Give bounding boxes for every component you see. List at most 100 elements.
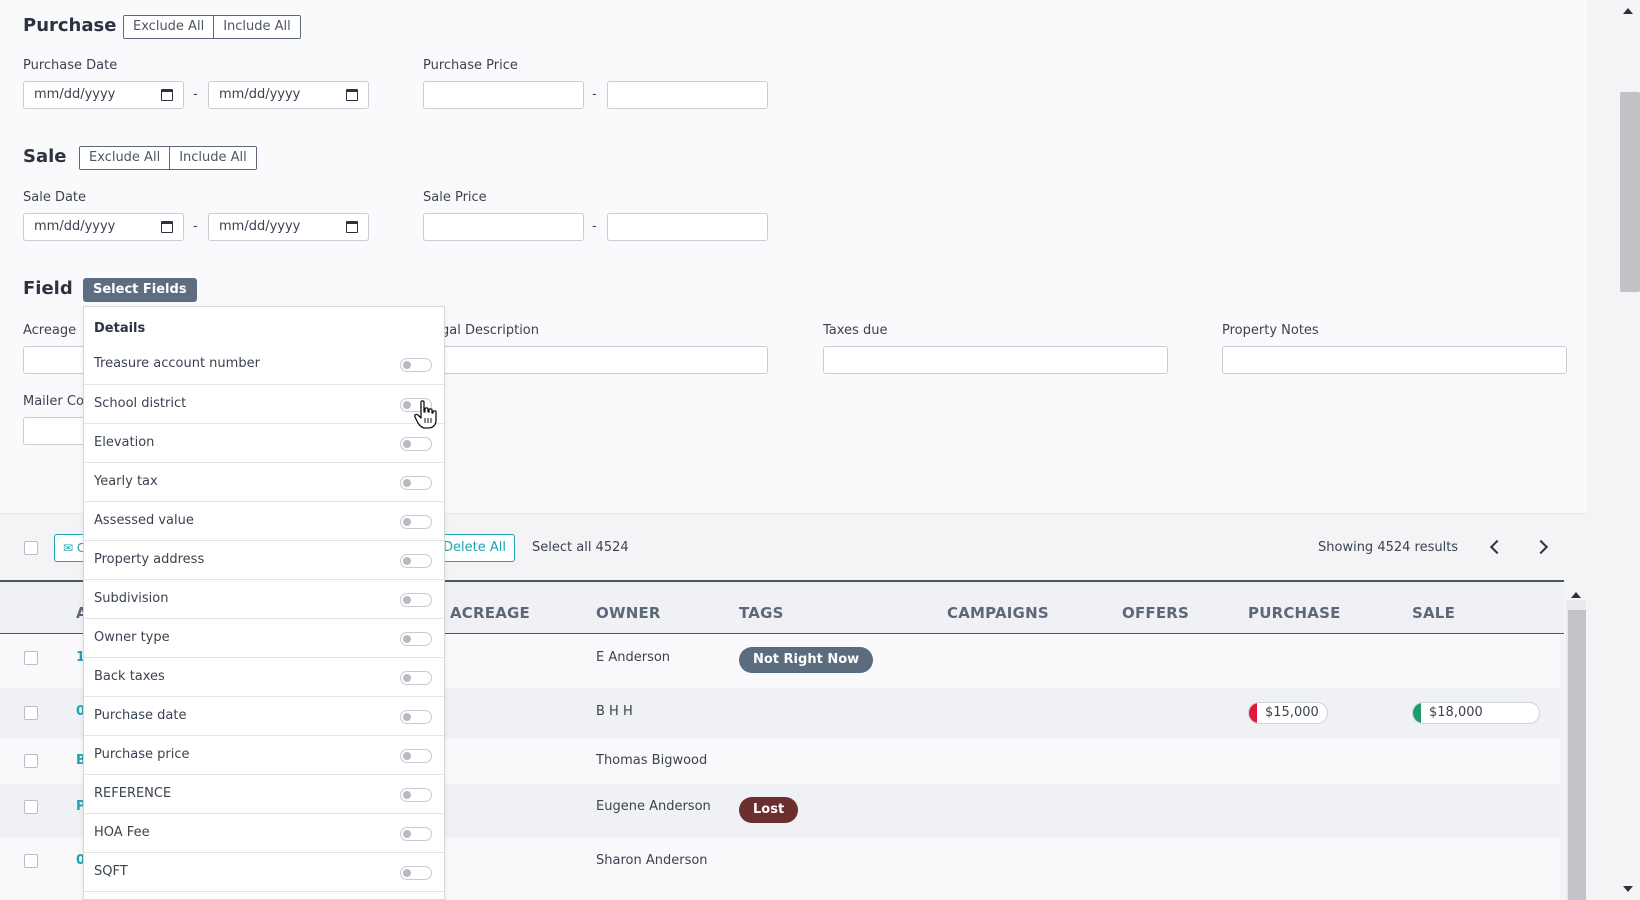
sale-color-bar [1413, 703, 1421, 723]
field-toggle[interactable] [400, 476, 432, 490]
owner-cell: E Anderson [596, 650, 671, 665]
field-option-owner-type[interactable]: Owner type [84, 618, 444, 657]
sale-section-title: Sale [23, 146, 67, 167]
toggle-knob [403, 440, 411, 448]
sale-exclude-all-button[interactable]: Exclude All [80, 147, 170, 169]
calendar-icon[interactable] [346, 221, 358, 233]
row-checkbox[interactable] [24, 854, 38, 868]
field-option-purchase-date[interactable]: Purchase date [84, 696, 444, 735]
field-option-next[interactable] [84, 891, 444, 899]
field-toggle[interactable] [400, 788, 432, 802]
next-page-icon[interactable] [1533, 539, 1549, 555]
row-checkbox[interactable] [24, 706, 38, 720]
toggle-knob [403, 635, 411, 643]
field-option-property-address[interactable]: Property address [84, 540, 444, 579]
sale-date-label: Sale Date [23, 190, 87, 205]
field-option-label: Assessed value [94, 513, 194, 528]
field-option-sqft[interactable]: SQFT [84, 852, 444, 891]
field-option-reference[interactable]: REFERENCE [84, 774, 444, 813]
acreage-label: Acreage [23, 323, 77, 338]
column-header-sale[interactable]: SALE [1412, 604, 1455, 622]
tags-cell: Not Right Now [739, 647, 874, 673]
column-header-tags[interactable]: TAGS [739, 604, 784, 622]
column-header-acreage[interactable]: ACREAGE [450, 604, 530, 622]
field-toggle[interactable] [400, 827, 432, 841]
row-checkbox[interactable] [24, 754, 38, 768]
previous-page-icon[interactable] [1489, 539, 1505, 555]
select-all-checkbox[interactable] [24, 541, 38, 555]
field-toggle[interactable] [400, 866, 432, 880]
purchase-price-min-input[interactable] [423, 81, 584, 109]
column-header-offers[interactable]: OFFERS [1122, 604, 1189, 622]
toggle-knob [403, 869, 411, 877]
field-option-back-taxes[interactable]: Back taxes [84, 657, 444, 696]
field-toggle[interactable] [400, 515, 432, 529]
field-option-elevation[interactable]: Elevation [84, 423, 444, 462]
mail-icon: ✉ [63, 541, 74, 555]
date-placeholder: mm/dd/yyyy [34, 87, 116, 102]
page-scrollbar-thumb[interactable] [1620, 92, 1640, 292]
price-separator: - [592, 219, 597, 234]
legal-description-input[interactable] [430, 346, 768, 374]
toggle-knob [403, 713, 411, 721]
field-option-treasure-account-number[interactable]: Treasure account number [84, 345, 444, 384]
purchase-price-max-input[interactable] [607, 81, 768, 109]
field-option-label: Purchase price [94, 747, 190, 762]
select-fields-button[interactable]: Select Fields [83, 278, 197, 302]
field-option-subdivision[interactable]: Subdivision [84, 579, 444, 618]
taxes-due-label: Taxes due [823, 323, 888, 338]
column-header-purchase[interactable]: PURCHASE [1248, 604, 1341, 622]
field-option-yearly-tax[interactable]: Yearly tax [84, 462, 444, 501]
sale-include-all-button[interactable]: Include All [169, 147, 256, 169]
owner-cell: Thomas Bigwood [596, 753, 708, 768]
sale-amount-value: $18,000 [1429, 705, 1483, 720]
taxes-due-input[interactable] [823, 346, 1168, 374]
dropdown-section-header: Details [94, 321, 146, 336]
field-option-label: SQFT [94, 864, 128, 879]
sale-price-min-input[interactable] [423, 213, 584, 241]
tag-badge[interactable]: Not Right Now [739, 647, 874, 673]
row-checkbox[interactable] [24, 651, 38, 665]
tag-badge[interactable]: Lost [739, 797, 799, 823]
purchase-date-to-input[interactable]: mm/dd/yyyy [208, 81, 369, 109]
scroll-down-arrow-icon[interactable] [1623, 886, 1633, 892]
field-toggle[interactable] [400, 358, 432, 372]
purchase-include-all-button[interactable]: Include All [213, 16, 300, 38]
select-fields-dropdown: Details Treasure account number School d… [83, 306, 445, 900]
scroll-up-arrow-icon[interactable] [1623, 8, 1633, 14]
field-option-school-district[interactable]: School district [84, 384, 444, 423]
field-toggle[interactable] [400, 593, 432, 607]
field-toggle[interactable] [400, 632, 432, 646]
select-all-count[interactable]: Select all 4524 [532, 540, 629, 555]
sale-price-max-input[interactable] [607, 213, 768, 241]
field-option-label: Back taxes [94, 669, 165, 684]
calendar-icon[interactable] [161, 89, 173, 101]
date-placeholder: mm/dd/yyyy [219, 87, 301, 102]
field-option-label: Purchase date [94, 708, 187, 723]
field-toggle[interactable] [400, 710, 432, 724]
purchase-button-group: Exclude All Include All [123, 15, 301, 39]
property-notes-input[interactable] [1222, 346, 1567, 374]
purchase-color-bar [1249, 703, 1257, 723]
purchase-exclude-all-button[interactable]: Exclude All [124, 16, 214, 38]
row-checkbox[interactable] [24, 800, 38, 814]
field-toggle[interactable] [400, 749, 432, 763]
field-toggle[interactable] [400, 671, 432, 685]
field-toggle[interactable] [400, 554, 432, 568]
field-option-hoa-fee[interactable]: HOA Fee [84, 813, 444, 852]
sale-button-group: Exclude All Include All [79, 146, 257, 170]
column-header-campaigns[interactable]: CAMPAIGNS [947, 604, 1049, 622]
column-header-owner[interactable]: OWNER [596, 604, 661, 622]
purchase-date-from-input[interactable]: mm/dd/yyyy [23, 81, 184, 109]
table-scrollbar-thumb[interactable] [1568, 610, 1586, 900]
calendar-icon[interactable] [161, 221, 173, 233]
field-toggle[interactable] [400, 437, 432, 451]
field-option-assessed-value[interactable]: Assessed value [84, 501, 444, 540]
field-option-label: Subdivision [94, 591, 169, 606]
calendar-icon[interactable] [346, 89, 358, 101]
field-option-purchase-price[interactable]: Purchase price [84, 735, 444, 774]
sale-date-to-input[interactable]: mm/dd/yyyy [208, 213, 369, 241]
purchase-amount-value: $15,000 [1265, 705, 1319, 720]
table-scroll-up-arrow-icon[interactable] [1571, 592, 1581, 598]
sale-date-from-input[interactable]: mm/dd/yyyy [23, 213, 184, 241]
